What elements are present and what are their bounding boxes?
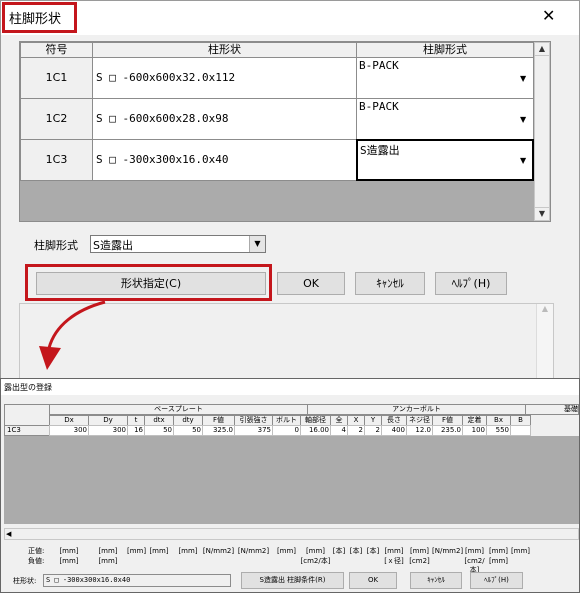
window-title: 柱脚形状 [9, 12, 62, 27]
row-base-value-1C1: B-PACK [359, 59, 399, 72]
close-icon[interactable]: ✕ [542, 8, 555, 24]
row-shape-1C2[interactable]: S □ -600x600x28.0x98 [92, 98, 357, 140]
chevron-down-icon[interactable]: ▼ [520, 156, 526, 165]
unit-positive: [mm] [276, 547, 297, 555]
unit-positive: [mm] [149, 547, 169, 555]
exposed-base-dialog: 露出型の登録 ベースプレート アンカーボルト 基礎 Dx Dy t dtx dty F値引… [0, 378, 580, 593]
grid-cell[interactable]: 0 [272, 425, 301, 436]
row-base-select-1C1[interactable]: B-PACK [356, 57, 534, 99]
shape-field: S □ -300x300x16.0x40 [43, 574, 231, 587]
unit-positive: [N/mm2] [237, 547, 270, 555]
corner-header [4, 404, 50, 426]
chevron-down-icon[interactable]: ▼ [249, 236, 265, 252]
unit-positive: [N/mm2] [432, 547, 464, 555]
shape-spec-button[interactable]: 形状指定(C) [36, 272, 266, 295]
chevron-down-icon[interactable]: ▼ [520, 74, 526, 83]
unit-negative: [mm] [98, 557, 118, 565]
unit-positive: [mm] [127, 547, 147, 555]
grid-cell[interactable]: 2 [347, 425, 365, 436]
unit-negative: [ｘ径] [384, 557, 404, 565]
unit-positive: [mm] [384, 547, 404, 555]
row-code[interactable]: 1C3 [4, 425, 50, 436]
grid-cell[interactable]: 4 [330, 425, 348, 436]
base-type-value: S造露出 [93, 239, 133, 252]
unit-positive: [mm] [98, 547, 118, 555]
unit-positive: [本] [349, 547, 363, 555]
negative-label: 負値: [28, 557, 45, 565]
header-shape: 柱形状 [92, 42, 357, 58]
inset-title-bar [1, 379, 579, 395]
row-code-1C2[interactable]: 1C2 [20, 98, 93, 140]
grid-cell[interactable]: 16 [127, 425, 145, 436]
scroll-up-icon[interactable]: ▲ [534, 42, 550, 56]
grid-cell[interactable]: 400 [381, 425, 407, 436]
row-base-select-1C2[interactable]: B-PACK [356, 98, 534, 140]
unit-positive: [mm] [464, 547, 485, 555]
inset-help-button[interactable]: ﾍﾙﾌﾟ(H) [470, 572, 523, 589]
preview-scrollbar[interactable]: ▲ [536, 304, 553, 378]
help-button[interactable]: ﾍﾙﾌﾟ(H) [435, 272, 507, 295]
vertical-scrollbar[interactable] [534, 42, 550, 221]
group-baseplate: ベースプレート [49, 404, 308, 415]
unit-positive: [本] [366, 547, 380, 555]
unit-positive: [本] [332, 547, 346, 555]
header-code: 符号 [20, 42, 93, 58]
row-base-value-1C2: B-PACK [359, 100, 399, 113]
positive-label: 正値: [28, 547, 45, 555]
chevron-down-icon[interactable]: ▼ [520, 115, 526, 124]
title-bar [1, 1, 579, 35]
row-base-select-1C3[interactable]: S造露出 [356, 139, 534, 181]
unit-positive: [mm] [488, 547, 509, 555]
unit-negative: [mm] [488, 557, 509, 565]
header-base-type: 柱脚形式 [356, 42, 534, 58]
arrow-icon [39, 300, 106, 370]
inset-cancel-button[interactable]: ｷｬﾝｾﾙ [410, 572, 462, 589]
shape-label: 柱形状: [13, 577, 37, 585]
base-type-select[interactable]: S造露出 [90, 235, 266, 253]
empty-grid-area [4, 436, 579, 524]
unit-positive: [mm] [409, 547, 430, 555]
grid-cell[interactable]: 50 [173, 425, 203, 436]
unit-positive: [mm] [510, 547, 531, 555]
grid-cell[interactable]: 550 [486, 425, 511, 436]
group-foundation: 基礎 [525, 404, 579, 415]
grid-cell[interactable]: 300 [49, 425, 89, 436]
row-code-1C3[interactable]: 1C3 [20, 139, 93, 181]
unit-positive: [mm] [178, 547, 198, 555]
inset-ok-button[interactable]: OK [349, 572, 397, 589]
ok-button[interactable]: OK [277, 272, 345, 295]
unit-negative: [cm2/本] [300, 557, 331, 565]
row-shape-1C1[interactable]: S □ -600x600x32.0x112 [92, 57, 357, 99]
grid-cell[interactable]: 16.00 [300, 425, 331, 436]
group-anchor-bolt: アンカーボルト [307, 404, 526, 415]
row-shape-1C3[interactable]: S □ -300x300x16.0x40 [92, 139, 357, 181]
grid-cell[interactable]: 2 [364, 425, 382, 436]
grid-cell[interactable]: 325.0 [202, 425, 235, 436]
scroll-left-icon[interactable]: ◀ [6, 528, 11, 540]
grid-cell[interactable]: 235.0 [432, 425, 463, 436]
grid-cell[interactable] [510, 425, 531, 436]
unit-positive: [mm] [305, 547, 326, 555]
scroll-down-icon[interactable]: ▼ [534, 207, 550, 221]
grid-cell[interactable]: 300 [88, 425, 128, 436]
horizontal-scrollbar[interactable] [4, 528, 579, 540]
unit-negative: [mm] [59, 557, 79, 565]
inset-title: 露出型の登録 [4, 383, 52, 392]
unit-negative: [cm2] [409, 557, 430, 565]
cancel-button[interactable]: ｷｬﾝｾﾙ [355, 272, 425, 295]
grid-cell[interactable]: 100 [462, 425, 487, 436]
grid-cell[interactable]: 375 [234, 425, 273, 436]
row-base-value-1C3: S造露出 [360, 144, 400, 157]
row-code-1C1[interactable]: 1C1 [20, 57, 93, 99]
condition-button[interactable]: S造露出 柱脚条件(R) [241, 572, 344, 589]
unit-positive: [mm] [59, 547, 79, 555]
unit-positive: [N/mm2] [202, 547, 235, 555]
grid-cell[interactable]: 50 [144, 425, 174, 436]
grid-cell[interactable]: 12.0 [406, 425, 433, 436]
base-type-label: 柱脚形式 [34, 239, 78, 252]
